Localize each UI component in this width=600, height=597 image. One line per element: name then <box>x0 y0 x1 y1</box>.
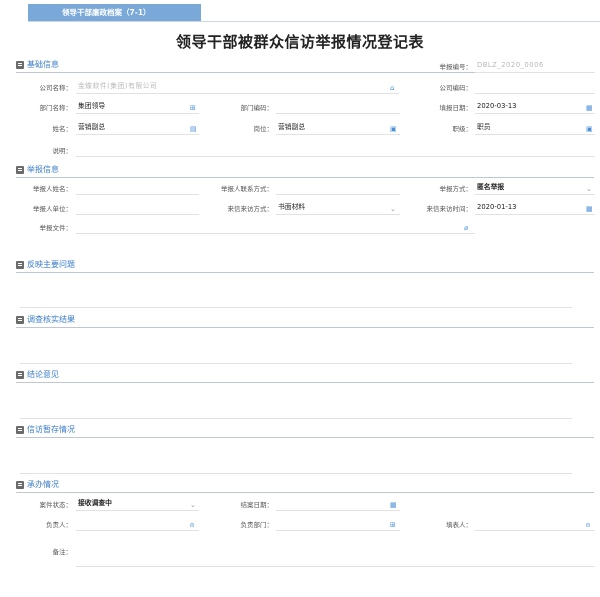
chevron-down-icon[interactable]: ⌄ <box>390 204 396 214</box>
post-label: 岗位： <box>253 125 274 133</box>
company-code-field[interactable] <box>475 81 595 94</box>
section-icon <box>16 426 24 434</box>
section-conclusion: 结论意见 <box>16 369 594 383</box>
report-method-select[interactable]: 匿名举报 <box>475 182 595 195</box>
section-label: 信访暂存情况 <box>27 425 75 434</box>
verify-textarea[interactable] <box>20 363 572 364</box>
report-no-field: DBLZ_2020_0006 <box>475 60 595 73</box>
user-icon[interactable]: ⍝ <box>586 520 590 530</box>
section-label: 基础信息 <box>27 60 59 69</box>
report-file-field[interactable] <box>76 221 475 234</box>
user-icon[interactable]: ⍝ <box>190 520 194 530</box>
section-pending: 信访暂存情况 <box>16 424 594 438</box>
filler-label: 填表人： <box>446 521 472 529</box>
name-label: 姓名： <box>52 125 73 133</box>
company-name-label: 公司名称： <box>39 84 73 92</box>
section-rule <box>16 177 594 178</box>
conclusion-textarea[interactable] <box>20 418 572 419</box>
owner-dept-label: 负责部门： <box>240 521 274 529</box>
section-verify: 调查核实结果 <box>16 314 594 328</box>
filler-field[interactable] <box>475 518 595 531</box>
rank-field[interactable]: 职员 <box>475 122 595 135</box>
close-date-field[interactable] <box>276 498 400 511</box>
owner-field[interactable] <box>76 518 199 531</box>
section-label: 反映主要问题 <box>27 260 75 269</box>
issues-textarea[interactable] <box>20 307 572 308</box>
owner-dept-field[interactable] <box>276 518 400 531</box>
calendar-icon[interactable]: ▦ <box>586 204 593 214</box>
post-field[interactable]: 营销副总 <box>276 122 400 135</box>
report-no-label: 举报编号： <box>439 63 473 71</box>
company-code-label: 公司编码： <box>439 84 473 92</box>
company-name-field[interactable]: 金蝶软件(集团)有限公司 <box>76 81 399 94</box>
reporter-name-field[interactable] <box>76 182 199 195</box>
section-rule <box>16 382 594 383</box>
reporter-unit-label: 举报人单位： <box>33 205 72 213</box>
section-rule <box>16 437 594 438</box>
reporter-name-label: 举报人姓名： <box>33 185 72 193</box>
section-label: 结论意见 <box>27 370 59 379</box>
note-field[interactable] <box>76 144 595 157</box>
fill-date-field[interactable]: 2020-03-13 <box>475 101 595 114</box>
section-handling: 承办情况 <box>16 479 594 493</box>
section-icon <box>16 61 24 69</box>
visit-method-select[interactable]: 书面材料 <box>276 202 400 215</box>
report-file-label: 举报文件： <box>39 224 73 232</box>
section-rule <box>16 272 594 273</box>
visit-time-label: 来信来访时间： <box>426 205 473 213</box>
calendar-icon[interactable]: ▦ <box>390 500 397 510</box>
remark-label: 备注： <box>52 548 73 556</box>
close-date-label: 结案日期： <box>240 501 274 509</box>
owner-label: 负责人： <box>46 521 72 529</box>
list-icon[interactable]: ▤ <box>190 124 197 134</box>
reporter-contact-label: 举报人联系方式： <box>221 185 273 193</box>
home-icon[interactable]: ⌂ <box>390 83 394 93</box>
tab-divider <box>28 21 600 22</box>
dept-name-label: 部门名称： <box>39 104 73 112</box>
chevron-down-icon[interactable]: ⌄ <box>586 184 592 194</box>
section-report: 举报信息 <box>16 164 594 178</box>
paperclip-icon[interactable]: ⌀ <box>464 223 468 233</box>
visit-time-field[interactable]: 2020-01-13 <box>475 202 595 215</box>
dept-code-field[interactable] <box>276 101 400 114</box>
visit-method-label: 来信来访方式： <box>227 205 274 213</box>
fill-date-label: 填报日期： <box>439 104 473 112</box>
pending-textarea[interactable] <box>20 473 572 474</box>
section-rule <box>16 492 594 493</box>
section-rule <box>16 327 594 328</box>
tab-lianzheng-archive[interactable]: 领导干部廉政档案（7-1） <box>28 4 201 21</box>
case-status-label: 案件状态： <box>39 501 73 509</box>
section-icon <box>16 316 24 324</box>
section-icon <box>16 481 24 489</box>
name-field[interactable]: 营销副总 <box>76 122 199 135</box>
report-method-label: 举报方式： <box>439 185 473 193</box>
reporter-contact-field[interactable] <box>276 182 400 195</box>
note-label: 说明： <box>52 147 73 155</box>
dept-name-field[interactable]: 集团领导 <box>76 101 199 114</box>
section-issues: 反映主要问题 <box>16 259 594 273</box>
org-chart-icon[interactable]: ⊞ <box>190 103 196 113</box>
section-icon <box>16 371 24 379</box>
section-icon <box>16 166 24 174</box>
rank-label: 职级： <box>452 125 473 133</box>
reporter-unit-field[interactable] <box>76 202 199 215</box>
section-label: 调查核实结果 <box>27 315 75 324</box>
select-box-icon[interactable]: ▣ <box>390 124 397 134</box>
section-icon <box>16 261 24 269</box>
org-chart-icon[interactable]: ⊞ <box>390 520 396 530</box>
page-title: 领导干部被群众信访举报情况登记表 <box>175 33 424 51</box>
dept-code-label: 部门编码： <box>240 104 274 112</box>
remark-textarea[interactable] <box>76 566 595 567</box>
section-label: 承办情况 <box>27 480 59 489</box>
calendar-icon[interactable]: ▦ <box>586 103 593 113</box>
chevron-down-icon[interactable]: ⌄ <box>190 500 196 510</box>
section-label: 举报信息 <box>27 165 59 174</box>
select-box-icon[interactable]: ▣ <box>586 124 593 134</box>
case-status-select[interactable]: 接收调查中 <box>76 498 199 511</box>
